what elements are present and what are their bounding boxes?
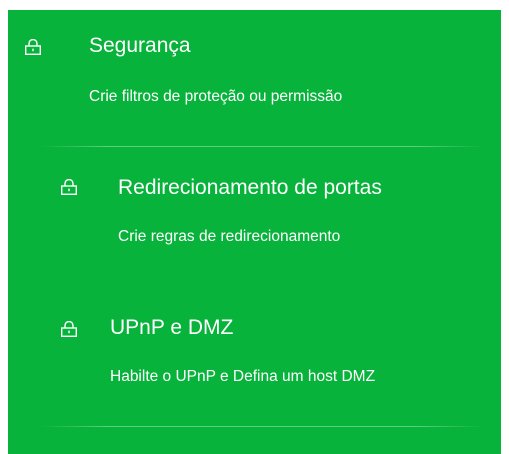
divider (40, 146, 484, 147)
menu-item-description: Crie regras de redirecionamento (118, 228, 341, 245)
lock-icon (60, 179, 78, 195)
lock-icon (60, 321, 78, 337)
lock-icon (24, 39, 42, 55)
security-menu-panel: Segurança Crie filtros de proteção ou pe… (8, 10, 501, 454)
menu-item-title: Redirecionamento de portas (118, 176, 382, 199)
divider (40, 426, 484, 427)
menu-item-description: Habilte o UPnP e Defina um host DMZ (110, 368, 376, 385)
menu-item-title: Segurança (89, 34, 191, 57)
menu-item-seguranca[interactable]: Segurança Crie filtros de proteção ou pe… (8, 10, 501, 130)
menu-item-description: Crie filtros de proteção ou permissão (89, 88, 343, 105)
menu-item-upnp-e-dmz[interactable]: UPnP e DMZ Habilte o UPnP e Defina um ho… (8, 305, 501, 415)
menu-item-redirecionamento-de-portas[interactable]: Redirecionamento de portas Crie regras d… (8, 160, 501, 270)
menu-item-title: UPnP e DMZ (110, 316, 234, 339)
